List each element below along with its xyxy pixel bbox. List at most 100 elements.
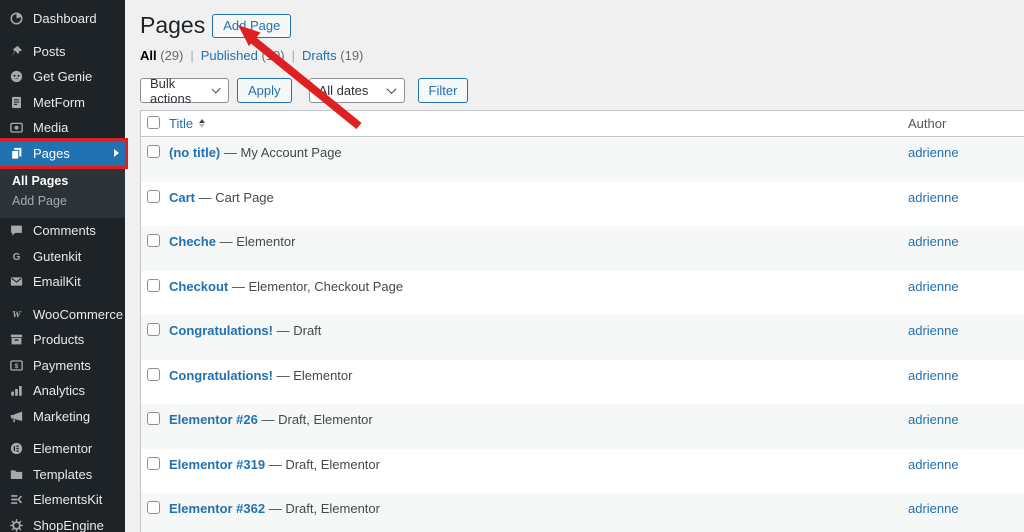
page-state-label: — Cart Page bbox=[195, 189, 274, 205]
sidebar-item-analytics[interactable]: Analytics bbox=[0, 378, 125, 404]
comment-bubble-icon bbox=[9, 223, 24, 238]
sidebar-item-label: Analytics bbox=[33, 383, 86, 399]
table-row: Congratulations! — Elementor adrienne bbox=[141, 359, 1024, 404]
megaphone-icon bbox=[9, 409, 24, 424]
page-title-link[interactable]: Cart bbox=[169, 190, 195, 205]
row-checkbox[interactable] bbox=[147, 501, 160, 514]
author-link[interactable]: adrienne bbox=[908, 190, 959, 205]
table-row: Elementor #26 — Draft, Elementor adrienne bbox=[141, 404, 1024, 449]
sidebar-item-dashboard[interactable]: Dashboard bbox=[0, 6, 125, 32]
filter-button[interactable]: Filter bbox=[417, 78, 469, 103]
sidebar-item-woocommerce[interactable]: W WooCommerce bbox=[0, 302, 125, 328]
page-state-label: — Draft, Elementor bbox=[257, 412, 373, 427]
table-row: Elementor #319 — Draft, Elementor adrienn… bbox=[141, 448, 1024, 493]
dates-select[interactable]: All dates bbox=[308, 78, 405, 103]
page-title-link[interactable]: (no title) bbox=[169, 145, 220, 160]
sidebar-item-products[interactable]: Products bbox=[0, 327, 125, 353]
svg-text:G: G bbox=[13, 252, 21, 263]
sidebar-item-label: WooCommerce bbox=[33, 306, 124, 322]
row-checkbox[interactable] bbox=[147, 323, 160, 336]
page-title-link[interactable]: Checkout bbox=[169, 279, 228, 294]
sidebar-item-emailkit[interactable]: EmailKit bbox=[0, 269, 125, 295]
sidebar-item-metform[interactable]: MetForm bbox=[0, 90, 125, 116]
svg-text:$: $ bbox=[15, 363, 19, 370]
page-title-link[interactable]: Elementor #362 bbox=[169, 501, 265, 516]
admin-sidebar: Dashboard Posts Get Genie MetForm Media Pages… bbox=[0, 0, 128, 532]
row-checkbox[interactable] bbox=[147, 145, 160, 158]
pages-table: Title Author (no title) — My Account Pag… bbox=[140, 110, 1024, 532]
sidebar-item-label: ElementsKit bbox=[33, 492, 103, 508]
sidebar-item-media[interactable]: Media bbox=[0, 115, 125, 141]
list-toolbar: Bulk actions Apply All dates Filter bbox=[140, 76, 1024, 106]
sidebar-item-label: Posts bbox=[33, 43, 66, 59]
select-all-checkbox[interactable] bbox=[147, 115, 160, 129]
column-header-title[interactable]: Title bbox=[169, 116, 206, 131]
page-state-label: — Elementor bbox=[215, 234, 296, 249]
sort-icon bbox=[199, 119, 206, 128]
author-link[interactable]: adrienne bbox=[908, 279, 959, 294]
view-drafts[interactable]: Drafts (19) bbox=[302, 48, 363, 63]
author-link[interactable]: adrienne bbox=[908, 368, 959, 383]
table-row: Congratulations! — Draft adrienne bbox=[141, 315, 1024, 360]
dashboard-icon bbox=[9, 11, 24, 26]
sidebar-menu: Dashboard Posts Get Genie MetForm Media Pages… bbox=[0, 0, 128, 532]
sidebar-item-label: Products bbox=[33, 332, 85, 348]
author-link[interactable]: adrienne bbox=[908, 234, 959, 249]
apply-button[interactable]: Apply bbox=[237, 78, 292, 103]
sidebar-item-label: ShopEngine bbox=[33, 517, 104, 532]
form-icon bbox=[9, 95, 24, 110]
page-title-link[interactable]: Congratulations! bbox=[169, 323, 273, 338]
title-column-label: Title bbox=[169, 116, 194, 131]
gutenkit-icon: G bbox=[9, 249, 24, 264]
sidebar-item-templates[interactable]: Templates bbox=[0, 462, 125, 488]
sidebar-item-shopengine[interactable]: ShopEngine bbox=[0, 513, 125, 532]
main-content: Pages Add Page All (29) | Published (10) | D… bbox=[125, 0, 1024, 532]
folder-icon bbox=[9, 467, 24, 482]
sidebar-item-label: Comments bbox=[33, 223, 96, 239]
row-checkbox[interactable] bbox=[147, 412, 160, 425]
author-link[interactable]: adrienne bbox=[908, 145, 959, 160]
row-checkbox[interactable] bbox=[147, 278, 160, 292]
dates-value: All dates bbox=[318, 83, 369, 98]
add-page-button[interactable]: Add Page bbox=[212, 14, 292, 38]
gear-icon bbox=[9, 518, 24, 532]
svg-text:W: W bbox=[12, 309, 22, 320]
sidebar-item-label: Marketing bbox=[33, 408, 91, 424]
author-link[interactable]: adrienne bbox=[908, 457, 959, 472]
row-checkbox[interactable] bbox=[147, 189, 160, 203]
author-link[interactable]: adrienne bbox=[908, 323, 959, 338]
sidebar-item-marketing[interactable]: Marketing bbox=[0, 404, 125, 430]
view-published[interactable]: Published (10) bbox=[201, 48, 285, 63]
page-title-link[interactable]: Congratulations! bbox=[169, 368, 273, 383]
sidebar-item-pages[interactable]: Pages bbox=[0, 137, 128, 169]
row-checkbox[interactable] bbox=[147, 456, 160, 470]
page-title: Pages bbox=[140, 11, 206, 38]
sidebar-item-elementor[interactable]: Elementor bbox=[0, 436, 125, 462]
row-checkbox[interactable] bbox=[147, 367, 160, 381]
page-state-label: — Elementor, Checkout Page bbox=[228, 278, 404, 294]
sidebar-item-comments[interactable]: Comments bbox=[0, 218, 125, 244]
page-title-link[interactable]: Elementor #26 bbox=[169, 412, 258, 427]
table-row: Cart — Cart Page adrienne bbox=[141, 181, 1024, 226]
row-checkbox[interactable] bbox=[147, 234, 160, 247]
sidebar-item-elementskit[interactable]: ElementsKit bbox=[0, 487, 125, 513]
table-row: Elementor #362 — Draft, Elementor adrienn… bbox=[141, 493, 1024, 532]
sidebar-item-get-genie[interactable]: Get Genie bbox=[0, 64, 125, 90]
camera-icon bbox=[9, 120, 24, 135]
submenu-item-add-page[interactable]: Add Page bbox=[0, 191, 125, 211]
page-title-link[interactable]: Elementor #319 bbox=[169, 457, 265, 472]
elementor-icon bbox=[9, 441, 24, 456]
sidebar-item-payments[interactable]: $ Payments bbox=[0, 353, 125, 379]
page-state-label: — My Account Page bbox=[220, 145, 342, 160]
view-all[interactable]: All (29) bbox=[140, 48, 183, 63]
bulk-actions-select[interactable]: Bulk actions bbox=[140, 76, 229, 106]
sidebar-item-label: Get Genie bbox=[33, 69, 93, 85]
author-link[interactable]: adrienne bbox=[908, 412, 959, 427]
pages-icon bbox=[9, 146, 24, 161]
author-link[interactable]: adrienne bbox=[908, 501, 959, 516]
sidebar-item-gutenkit[interactable]: G Gutenkit bbox=[0, 244, 125, 270]
submenu-item-all-pages[interactable]: All Pages bbox=[0, 171, 125, 191]
column-header-author: Author bbox=[908, 116, 947, 131]
page-title-link[interactable]: Cheche bbox=[169, 234, 216, 249]
sidebar-item-posts[interactable]: Posts bbox=[0, 39, 125, 65]
